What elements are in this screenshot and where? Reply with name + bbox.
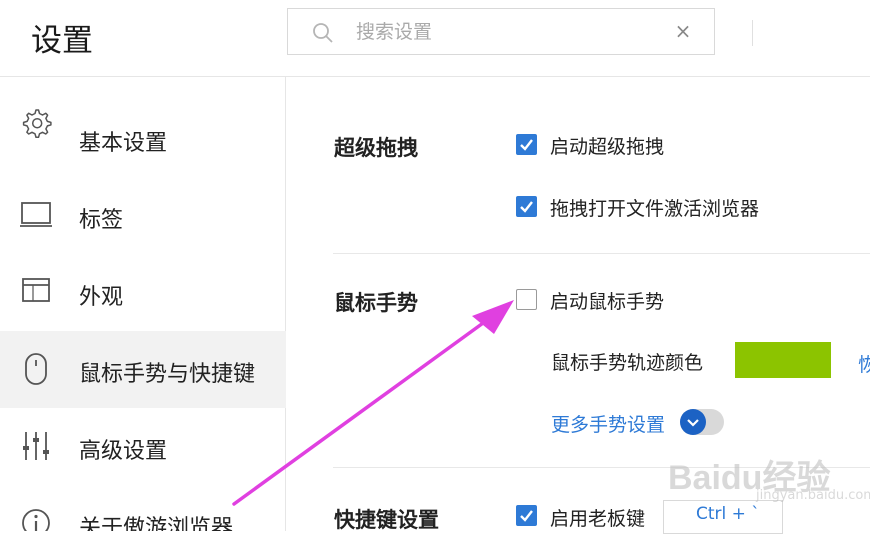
sliders-icon bbox=[23, 432, 49, 460]
sidebar-item-appearance[interactable]: 外观 bbox=[0, 254, 286, 331]
sidebar: 基本设置 标签 外观 鼠标手势与快捷键 高级设置 关于傲游浏览器 bbox=[0, 77, 286, 531]
sidebar-item-label: 高级设置 bbox=[79, 439, 168, 464]
checkbox-drag-open-file[interactable] bbox=[516, 196, 537, 217]
option-label: 启动超级拖拽 bbox=[550, 136, 665, 158]
sidebar-item-label: 外观 bbox=[79, 285, 124, 310]
gesture-toggle[interactable] bbox=[680, 409, 724, 435]
search-input[interactable] bbox=[356, 9, 656, 54]
toggle-knob bbox=[680, 409, 706, 435]
checkbox-boss-key[interactable] bbox=[516, 505, 537, 526]
window-icon bbox=[22, 278, 50, 302]
trail-color-swatch[interactable] bbox=[735, 342, 831, 378]
sidebar-item-advanced[interactable]: 高级设置 bbox=[0, 408, 286, 485]
watermark: Baidu经验 jingyan.baidu.com bbox=[668, 450, 870, 520]
sidebar-item-basic[interactable]: 基本设置 bbox=[0, 100, 286, 177]
checkbox-super-drag[interactable] bbox=[516, 134, 537, 155]
tab-icon bbox=[20, 202, 52, 227]
info-icon bbox=[22, 509, 50, 531]
clear-icon[interactable]: × bbox=[672, 19, 694, 43]
gear-icon bbox=[22, 109, 52, 138]
section-title-super-drag: 超级拖拽 bbox=[334, 136, 418, 160]
sidebar-item-mouse-gesture[interactable]: 鼠标手势与快捷键 bbox=[0, 331, 286, 408]
checkmark-icon bbox=[520, 510, 533, 522]
section-title-mouse-gesture: 鼠标手势 bbox=[334, 291, 418, 315]
search-box[interactable]: × bbox=[287, 8, 715, 55]
section-title-hotkeys: 快捷键设置 bbox=[334, 508, 439, 532]
chevron-down-icon bbox=[687, 419, 699, 427]
search-icon bbox=[313, 23, 333, 43]
settings-header: 设置 × bbox=[0, 0, 870, 77]
restore-default-link[interactable]: 恢 bbox=[858, 350, 870, 377]
header-divider bbox=[752, 20, 753, 46]
sidebar-item-label: 标签 bbox=[79, 208, 124, 233]
option-label: 启动鼠标手势 bbox=[550, 291, 665, 313]
more-gesture-settings-link[interactable]: 更多手势设置 bbox=[551, 410, 665, 437]
page-title: 设置 bbox=[31, 23, 93, 59]
sidebar-item-label: 基本设置 bbox=[79, 131, 168, 156]
sidebar-item-label: 鼠标手势与快捷键 bbox=[79, 362, 256, 387]
trail-color-label: 鼠标手势轨迹颜色 bbox=[551, 352, 704, 374]
checkmark-icon bbox=[520, 201, 533, 213]
watermark-url: jingyan.baidu.com bbox=[756, 488, 870, 503]
checkmark-icon bbox=[520, 139, 533, 151]
sidebar-item-tabs[interactable]: 标签 bbox=[0, 177, 286, 254]
option-label: 拖拽打开文件激活浏览器 bbox=[550, 198, 760, 220]
sidebar-item-about[interactable]: 关于傲游浏览器 bbox=[0, 485, 286, 531]
section-divider bbox=[333, 253, 870, 254]
sidebar-item-label: 关于傲游浏览器 bbox=[79, 516, 234, 531]
checkbox-enable-gesture[interactable] bbox=[516, 289, 537, 310]
option-label: 启用老板键 bbox=[550, 508, 646, 530]
mouse-icon bbox=[25, 353, 47, 385]
